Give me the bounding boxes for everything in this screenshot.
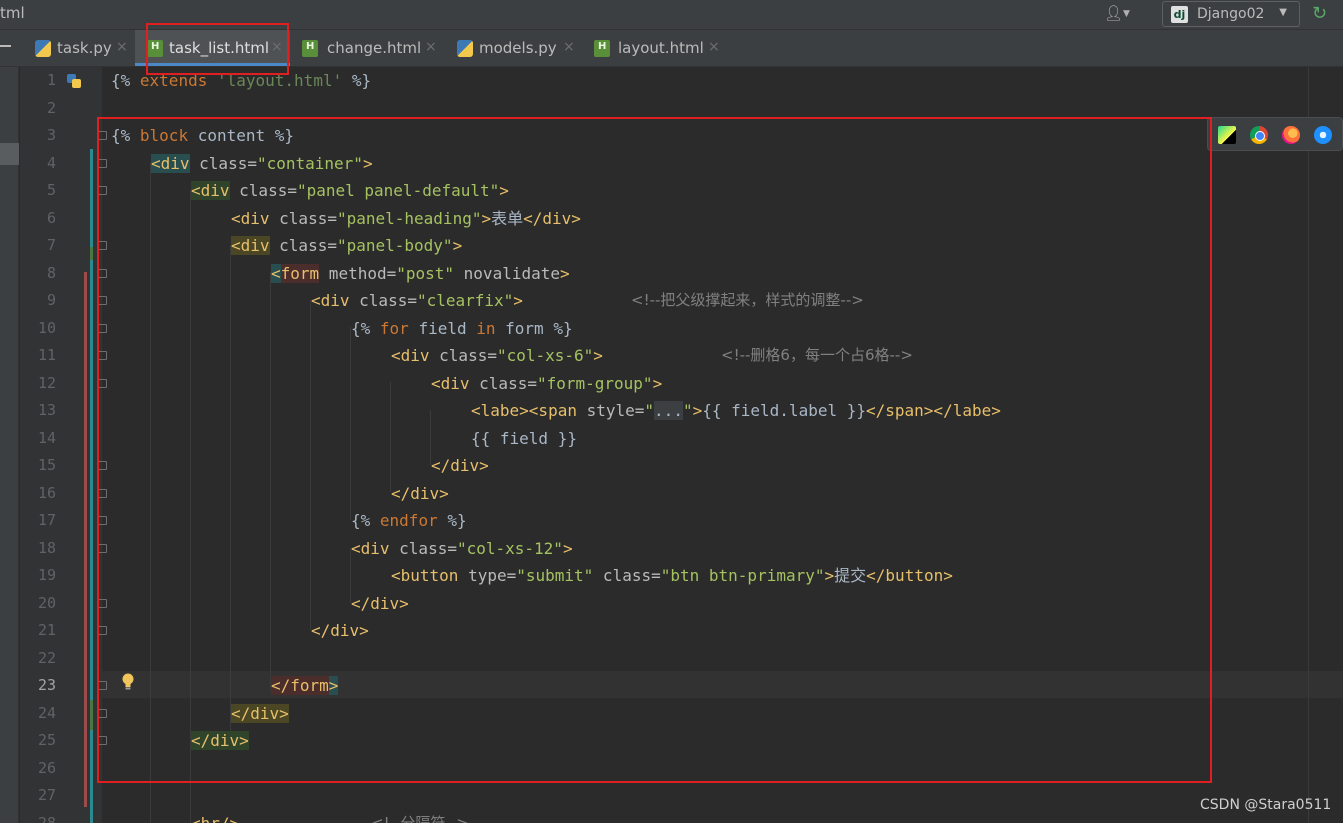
line-number: 5 <box>46 181 56 199</box>
chevron-down-icon: ▼ <box>1279 7 1287 18</box>
code-line[interactable]: 27 <box>20 782 1343 809</box>
html-file-icon <box>302 40 318 57</box>
line-number: 1 <box>46 71 56 89</box>
minimize-icon[interactable] <box>0 45 11 47</box>
html-file-icon <box>594 40 610 57</box>
tab-label: change.html <box>327 39 422 57</box>
django-icon: dj <box>1171 6 1188 23</box>
line-number: 16 <box>37 483 56 502</box>
run-configuration-select[interactable]: dj Django02 ▼ <box>1162 1 1300 27</box>
account-menu-button[interactable]: 👤︎▼ <box>1104 4 1144 26</box>
line-number: 24 <box>37 703 56 722</box>
line-number: 14 <box>37 428 56 447</box>
line-number: 15 <box>37 456 56 474</box>
user-icon: 👤︎ <box>1104 4 1124 22</box>
tab-layout-html[interactable]: layout.html × <box>582 30 732 66</box>
open-in-browser-toolbar <box>1207 117 1343 151</box>
annotation-box-tab <box>146 23 289 75</box>
line-number: 13 <box>37 401 56 419</box>
line-number: 21 <box>37 621 56 639</box>
tab-change-html[interactable]: change.html × <box>290 30 444 66</box>
line-number: 19 <box>37 566 56 584</box>
python-file-icon <box>457 40 473 57</box>
line-number: 4 <box>46 153 56 172</box>
firefox-icon[interactable] <box>1282 126 1300 144</box>
safari-icon[interactable] <box>1314 126 1332 144</box>
line-number: 3 <box>46 126 56 144</box>
tab-label: task.py <box>57 39 112 57</box>
line-number: 10 <box>37 318 56 337</box>
watermark: CSDN @Stara0511 <box>1200 797 1332 813</box>
line-number: 18 <box>37 538 56 557</box>
tab-task-py[interactable]: task.py × <box>28 30 135 66</box>
code-line[interactable]: 28 <hr/> <!--分隔符--> <box>20 810 1343 823</box>
tab-label: models.py <box>479 39 557 57</box>
line-number: 8 <box>46 263 56 282</box>
code-comment[interactable]: <!--分隔符--> <box>371 810 469 823</box>
close-icon[interactable]: × <box>563 39 575 55</box>
pycharm-icon[interactable] <box>1218 126 1236 144</box>
line-number: 22 <box>37 648 56 667</box>
rerun-icon[interactable]: ↻ <box>1312 3 1334 25</box>
tab-models-py[interactable]: models.py × <box>444 30 582 66</box>
line-number: 27 <box>37 786 56 804</box>
run-configuration-label: Django02 <box>1197 6 1265 22</box>
code-text[interactable]: <hr/> <box>191 810 239 823</box>
line-number: 6 <box>46 208 56 227</box>
python-file-icon <box>35 40 51 57</box>
line-number: 28 <box>37 813 56 823</box>
close-icon[interactable]: × <box>116 39 128 55</box>
line-number: 2 <box>46 98 56 117</box>
close-icon[interactable]: × <box>425 39 437 55</box>
line-number: 26 <box>37 758 56 777</box>
line-number: 17 <box>37 511 56 529</box>
tab-label: layout.html <box>618 39 704 57</box>
chrome-icon[interactable] <box>1250 126 1268 144</box>
left-tool-strip <box>0 67 19 823</box>
annotation-box-code-block <box>97 117 1212 783</box>
chevron-down-icon: ▼ <box>1123 9 1130 19</box>
line-number: 11 <box>37 346 56 364</box>
line-number: 7 <box>46 236 56 254</box>
line-number: 23 <box>37 676 56 694</box>
window-title: tml <box>0 4 25 22</box>
line-number: 9 <box>46 291 56 309</box>
close-icon[interactable]: × <box>708 39 720 55</box>
line-number: 20 <box>37 593 56 612</box>
line-number: 25 <box>37 731 56 749</box>
line-number: 12 <box>37 373 56 392</box>
tool-window-marker[interactable] <box>0 143 19 165</box>
